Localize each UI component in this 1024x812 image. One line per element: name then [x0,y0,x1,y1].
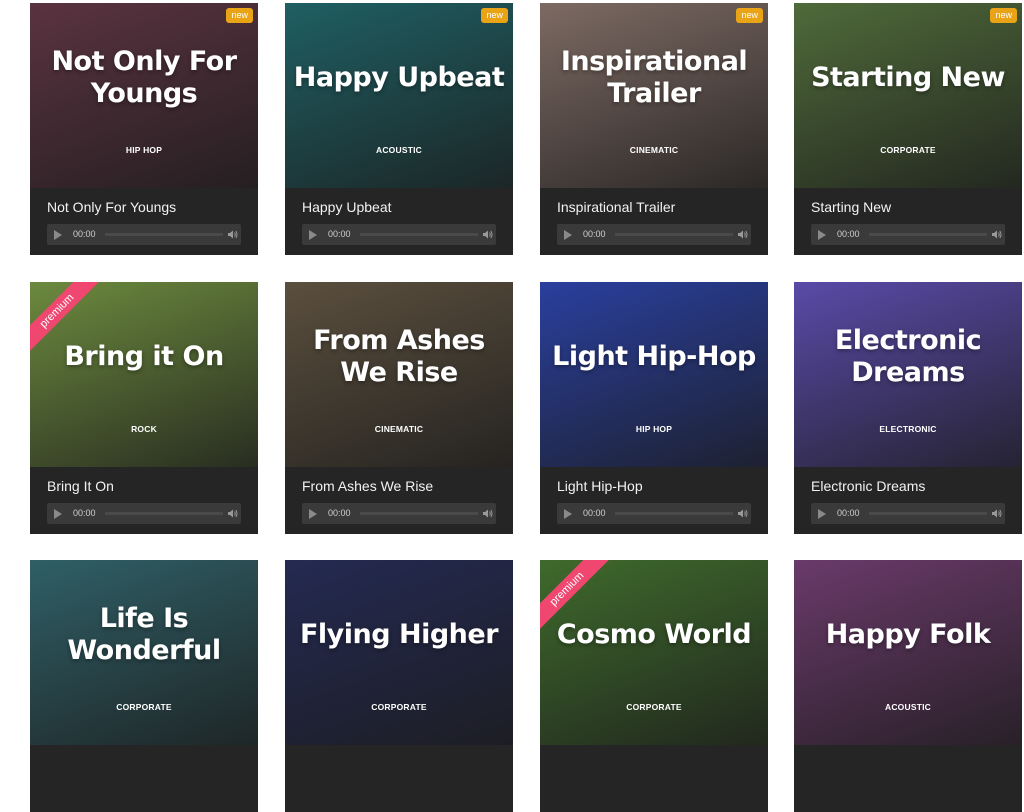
cover-title: Happy Upbeat [293,62,505,93]
play-icon[interactable] [564,230,572,240]
cover-image[interactable]: Cosmo World CORPORATE premium [540,560,768,745]
track-card[interactable]: Light Hip-Hop HIP HOP Light Hip-Hop 00:00 [540,282,768,534]
track-title[interactable]: Not Only For Youngs [47,199,176,215]
audio-player[interactable]: 00:00 [47,503,241,524]
volume-icon[interactable] [483,229,493,240]
track-title[interactable]: Starting New [811,199,891,215]
time-display: 00:00 [73,229,96,239]
genre-label: CINEMATIC [374,424,424,434]
play-icon[interactable] [309,230,317,240]
new-badge: new [226,8,253,23]
cover-image[interactable]: Happy Upbeat ACOUSTIC new [285,3,513,188]
volume-icon[interactable] [483,508,493,519]
play-icon[interactable] [564,509,572,519]
play-icon[interactable] [818,509,826,519]
audio-player[interactable]: 00:00 [557,224,751,245]
volume-icon[interactable] [992,229,1002,240]
track-title[interactable]: From Ashes We Rise [302,478,433,494]
cover-image[interactable]: Happy Folk ACOUSTIC [794,560,1022,745]
track-card[interactable]: From Ashes We Rise CINEMATIC From Ashes We… [285,282,513,534]
cover-title: From Ashes We Rise [313,325,485,388]
new-badge: new [990,8,1017,23]
track-card[interactable]: Not Only For Youngs HIP HOP new Not Only Fo… [30,3,258,255]
genre-label: ROCK [131,424,157,434]
audio-player[interactable]: 00:00 [811,503,1005,524]
genre-label: CORPORATE [371,702,427,712]
time-display: 00:00 [328,229,351,239]
track-title[interactable]: Bring It On [47,478,114,494]
cover-title: Light Hip-Hop [552,341,756,372]
track-title[interactable]: Light Hip-Hop [557,478,643,494]
new-badge: new [481,8,508,23]
cover-image[interactable]: Flying Higher CORPORATE [285,560,513,745]
progress-bar[interactable] [615,233,733,236]
volume-icon[interactable] [738,229,748,240]
progress-bar[interactable] [615,512,733,515]
track-card[interactable]: Happy Folk ACOUSTIC [794,560,1022,812]
genre-label: ACOUSTIC [376,145,422,155]
volume-icon[interactable] [228,229,238,240]
volume-icon[interactable] [738,508,748,519]
track-card[interactable]: Starting New CORPORATE new Starting New 00:0… [794,3,1022,255]
time-display: 00:00 [328,508,351,518]
cover-title: Starting New [811,62,1005,93]
cover-image[interactable]: Bring it On ROCK premium [30,282,258,467]
play-icon[interactable] [818,230,826,240]
track-title[interactable]: Happy Upbeat [302,199,392,215]
time-display: 00:00 [583,229,606,239]
track-card[interactable]: Cosmo World CORPORATE premium [540,560,768,812]
play-icon[interactable] [54,509,62,519]
track-card[interactable]: Happy Upbeat ACOUSTIC new Happy Upbeat 00:00 [285,3,513,255]
track-title[interactable]: Inspirational Trailer [557,199,675,215]
cover-title: Electronic Dreams [834,325,982,388]
cover-title: Flying Higher [299,619,499,650]
cover-title: Life Is Wonderful [67,603,221,666]
track-card[interactable]: Inspirational Trailer CINEMATIC new Inspira… [540,3,768,255]
progress-bar[interactable] [869,233,987,236]
cover-image[interactable]: Starting New CORPORATE new [794,3,1022,188]
audio-player[interactable]: 00:00 [302,224,496,245]
progress-bar[interactable] [360,233,478,236]
audio-player[interactable]: 00:00 [811,224,1005,245]
play-icon[interactable] [309,509,317,519]
cover-title: Happy Folk [825,619,991,650]
audio-player[interactable]: 00:00 [47,224,241,245]
track-card[interactable]: Flying Higher CORPORATE [285,560,513,812]
cover-image[interactable]: From Ashes We Rise CINEMATIC [285,282,513,467]
cover-image[interactable]: Light Hip-Hop HIP HOP [540,282,768,467]
progress-bar[interactable] [105,512,223,515]
volume-icon[interactable] [992,508,1002,519]
track-card[interactable]: Electronic Dreams ELECTRONIC Electronic Dr… [794,282,1022,534]
progress-bar[interactable] [869,512,987,515]
genre-label: CINEMATIC [629,145,679,155]
genre-label: HIP HOP [125,145,163,155]
progress-bar[interactable] [105,233,223,236]
time-display: 00:00 [837,508,860,518]
track-title[interactable]: Electronic Dreams [811,478,925,494]
time-display: 00:00 [583,508,606,518]
cover-title: Inspirational Trailer [560,46,748,109]
volume-icon[interactable] [228,508,238,519]
cover-image[interactable]: Not Only For Youngs HIP HOP new [30,3,258,188]
genre-label: CORPORATE [116,702,172,712]
new-badge: new [736,8,763,23]
cover-image[interactable]: Electronic Dreams ELECTRONIC [794,282,1022,467]
play-icon[interactable] [54,230,62,240]
genre-label: ACOUSTIC [885,702,931,712]
progress-bar[interactable] [360,512,478,515]
track-card[interactable]: Bring it On ROCK premium Bring It On 00:00 [30,282,258,534]
cover-image[interactable]: Life Is Wonderful CORPORATE [30,560,258,745]
time-display: 00:00 [73,508,96,518]
audio-player[interactable]: 00:00 [557,503,751,524]
genre-label: HIP HOP [635,424,673,434]
track-card[interactable]: Life Is Wonderful CORPORATE [30,560,258,812]
cover-image[interactable]: Inspirational Trailer CINEMATIC new [540,3,768,188]
time-display: 00:00 [837,229,860,239]
genre-label: ELECTRONIC [879,424,937,434]
cover-title: Not Only For Youngs [51,46,237,109]
genre-label: CORPORATE [880,145,936,155]
genre-label: CORPORATE [626,702,682,712]
audio-player[interactable]: 00:00 [302,503,496,524]
